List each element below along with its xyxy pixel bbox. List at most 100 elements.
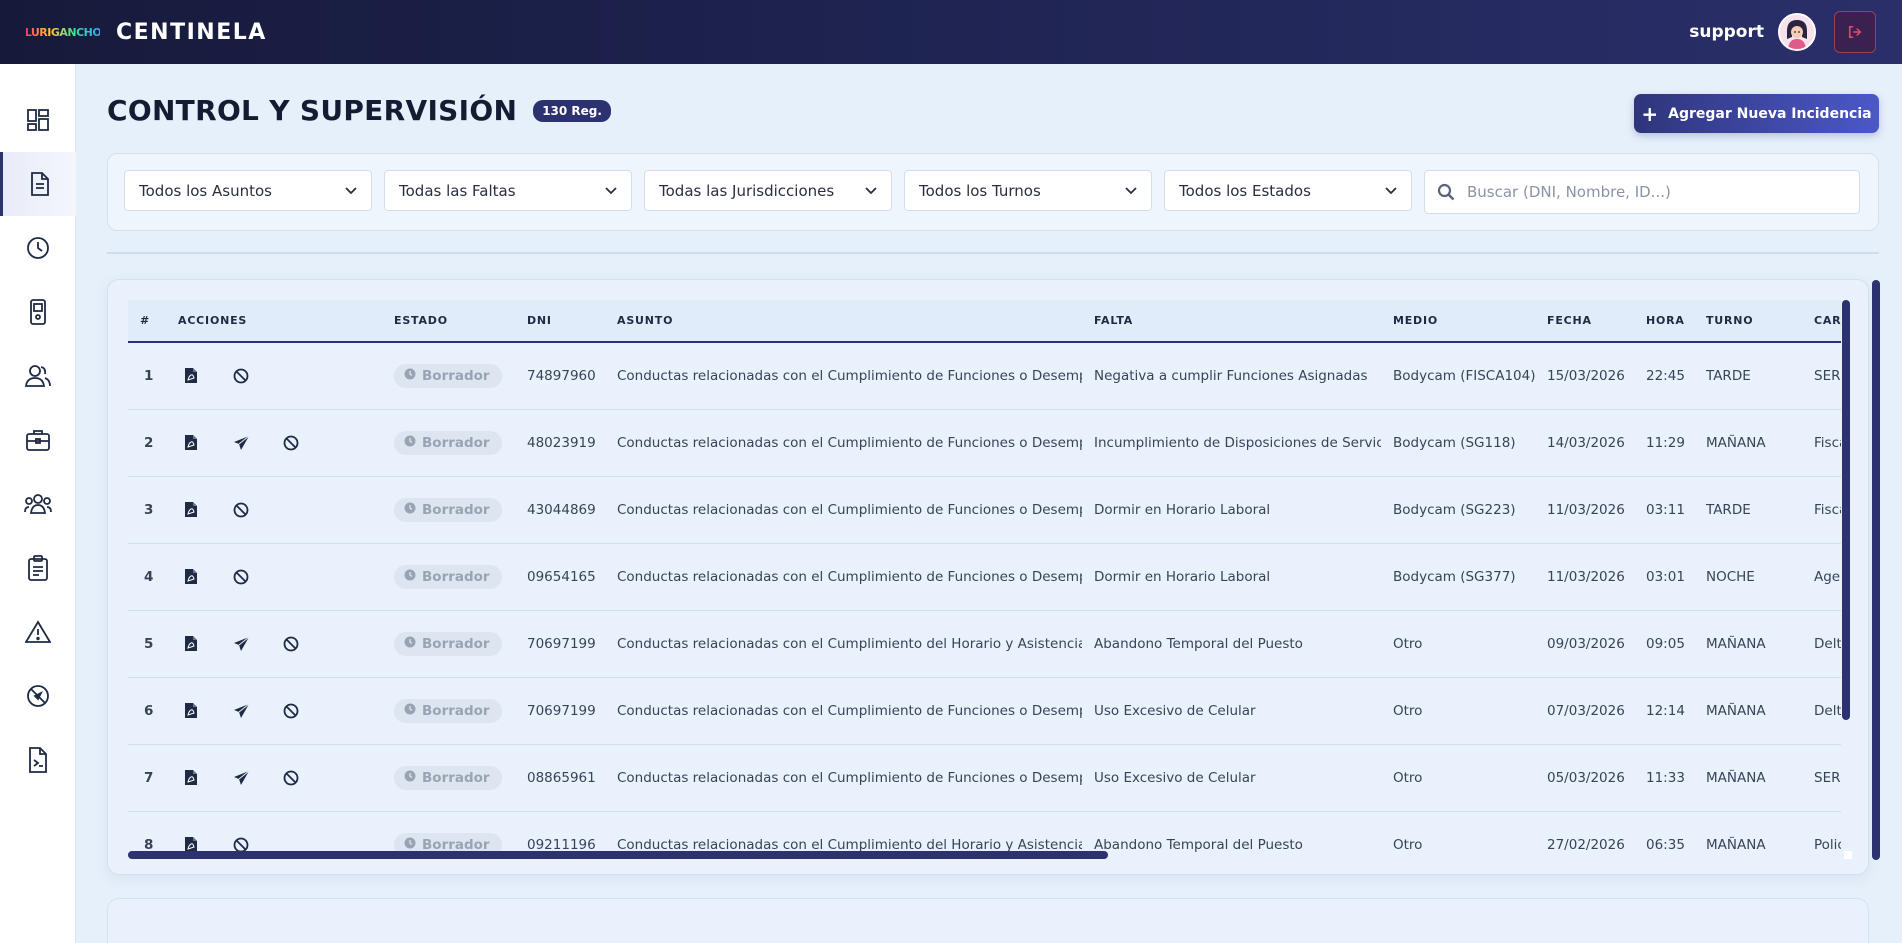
search-input[interactable]	[1467, 183, 1847, 201]
row-fecha: 09/03/2026	[1547, 635, 1625, 652]
sidebar-item-reports[interactable]	[0, 728, 76, 792]
pdf-icon[interactable]	[178, 497, 204, 523]
row-falta: Abandono Temporal del Puesto	[1094, 836, 1303, 853]
pdf-icon[interactable]	[178, 631, 204, 657]
sidebar-item-blocked[interactable]	[0, 664, 76, 728]
sidebar-item-checklist[interactable]	[0, 536, 76, 600]
top-bar: LURIGANCHO CENTINELA support	[0, 0, 1902, 64]
section-divider	[107, 252, 1879, 254]
brand-logo[interactable]: LURIGANCHO	[25, 21, 102, 43]
cancel-icon[interactable]	[278, 698, 304, 724]
row-fecha: 27/02/2026	[1547, 836, 1625, 853]
table-row[interactable]: 4 Borrador 09654165 Conductas relacionadas …	[128, 543, 1841, 610]
send-icon[interactable]	[228, 430, 254, 456]
row-number: 5	[144, 635, 154, 652]
row-number: 8	[144, 836, 154, 853]
status-label: Borrador	[422, 568, 490, 585]
row-dni: 43044869	[527, 501, 596, 518]
cancel-icon[interactable]	[228, 363, 254, 389]
row-fecha: 11/03/2026	[1547, 501, 1625, 518]
status-badge: Borrador	[394, 631, 502, 656]
row-hora: 09:05	[1646, 635, 1685, 652]
table-vertical-scrollbar[interactable]	[1842, 300, 1850, 720]
sidebar-item-dashboard[interactable]	[0, 88, 76, 152]
clock-icon	[404, 770, 416, 786]
send-icon[interactable]	[228, 631, 254, 657]
column-header: DNI	[515, 300, 605, 343]
cancel-icon[interactable]	[278, 430, 304, 456]
table-row[interactable]: 8 Borrador 09211196 Conductas relacionadas …	[128, 811, 1841, 855]
logout-button[interactable]	[1834, 11, 1876, 53]
horizontal-scrollbar[interactable]	[128, 851, 1108, 859]
send-icon[interactable]	[228, 698, 254, 724]
row-asunto: Conductas relacionadas con el Cumplimien…	[617, 434, 1082, 451]
row-dni: 70697199	[527, 635, 596, 652]
row-actions	[166, 811, 382, 855]
column-header: ACCIONES	[166, 300, 382, 343]
row-turno: NOCHE	[1706, 568, 1755, 585]
row-turno: TARDE	[1706, 501, 1751, 518]
filter-faltas-select[interactable]: Todas las Faltas	[384, 170, 632, 211]
avatar[interactable]	[1778, 13, 1816, 51]
row-dni: 48023919	[527, 434, 596, 451]
status-badge: Borrador	[394, 430, 502, 455]
filter-asuntos-select[interactable]: Todos los Asuntos	[124, 170, 372, 211]
row-number: 3	[144, 501, 154, 518]
pdf-icon[interactable]	[178, 698, 204, 724]
row-hora: 11:29	[1646, 434, 1685, 451]
filter-asuntos-value: Todos los Asuntos	[139, 181, 272, 200]
row-number: 4	[144, 568, 154, 585]
send-icon[interactable]	[228, 765, 254, 791]
sidebar-item-history[interactable]	[0, 216, 76, 280]
device-icon	[30, 299, 46, 325]
column-header: FECHA	[1535, 300, 1634, 343]
row-cargo: Fiscalizador	[1814, 434, 1841, 451]
column-header: MEDIO	[1381, 300, 1535, 343]
table-row[interactable]: 1 Borrador 74897960 Conductas relacionadas …	[128, 342, 1841, 409]
status-badge: Borrador	[394, 564, 502, 589]
table-row[interactable]: 6 Borrador 70697199 Conductas relacionadas …	[128, 677, 1841, 744]
sidebar-item-users[interactable]	[0, 344, 76, 408]
filter-faltas-value: Todas las Faltas	[399, 181, 516, 200]
row-hora: 03:11	[1646, 501, 1685, 518]
row-cargo: Fiscalizador	[1814, 501, 1841, 518]
row-cargo: Agente	[1814, 568, 1841, 585]
filter-bar: Todos los Asuntos Todas las Faltas Todas…	[107, 153, 1879, 231]
table-row[interactable]: 5 Borrador 70697199 Conductas relacionadas …	[128, 610, 1841, 677]
row-hora: 11:33	[1646, 769, 1685, 786]
filter-turnos-select[interactable]: Todos los Turnos	[904, 170, 1152, 211]
secondary-card	[107, 898, 1869, 943]
pdf-icon[interactable]	[178, 765, 204, 791]
row-fecha: 11/03/2026	[1547, 568, 1625, 585]
username: support	[1689, 22, 1764, 42]
cancel-icon[interactable]	[278, 765, 304, 791]
column-header: CARGO	[1802, 300, 1841, 343]
sidebar-item-documents[interactable]	[0, 152, 76, 216]
table-row[interactable]: 2 Borrador 48023919 Conductas relacionadas …	[128, 409, 1841, 476]
row-dni: 74897960	[527, 367, 596, 384]
clock-icon	[27, 237, 49, 259]
clock-icon	[404, 703, 416, 719]
cancel-icon[interactable]	[278, 631, 304, 657]
pdf-icon[interactable]	[178, 363, 204, 389]
sidebar-item-devices[interactable]	[0, 280, 76, 344]
cancel-icon[interactable]	[228, 497, 254, 523]
row-actions	[166, 476, 382, 543]
status-label: Borrador	[422, 769, 490, 786]
row-turno: MAÑANA	[1706, 434, 1766, 451]
pdf-icon[interactable]	[178, 564, 204, 590]
table-row[interactable]: 7 Borrador 08865961 Conductas relacionadas …	[128, 744, 1841, 811]
row-estado: Borrador	[382, 610, 515, 677]
pdf-icon[interactable]	[178, 430, 204, 456]
sidebar-item-briefcase[interactable]	[0, 408, 76, 472]
filter-jurisdicciones-select[interactable]: Todas las Jurisdicciones	[644, 170, 892, 211]
filter-estados-select[interactable]: Todos los Estados	[1164, 170, 1412, 211]
table-row[interactable]: 3 Borrador 43044869 Conductas relacionadas …	[128, 476, 1841, 543]
page-vertical-scrollbar[interactable]	[1872, 280, 1880, 860]
add-incident-button[interactable]: + Agregar Nueva Incidencia	[1634, 94, 1879, 133]
sidebar-item-alerts[interactable]	[0, 600, 76, 664]
search-box[interactable]	[1424, 170, 1860, 214]
sidebar-item-groups[interactable]	[0, 472, 76, 536]
cancel-icon[interactable]	[228, 564, 254, 590]
table-scroll-area[interactable]: # ACCIONES ESTADO DNI ASUNTO FALTA MEDIO FECHA H…	[128, 300, 1841, 855]
